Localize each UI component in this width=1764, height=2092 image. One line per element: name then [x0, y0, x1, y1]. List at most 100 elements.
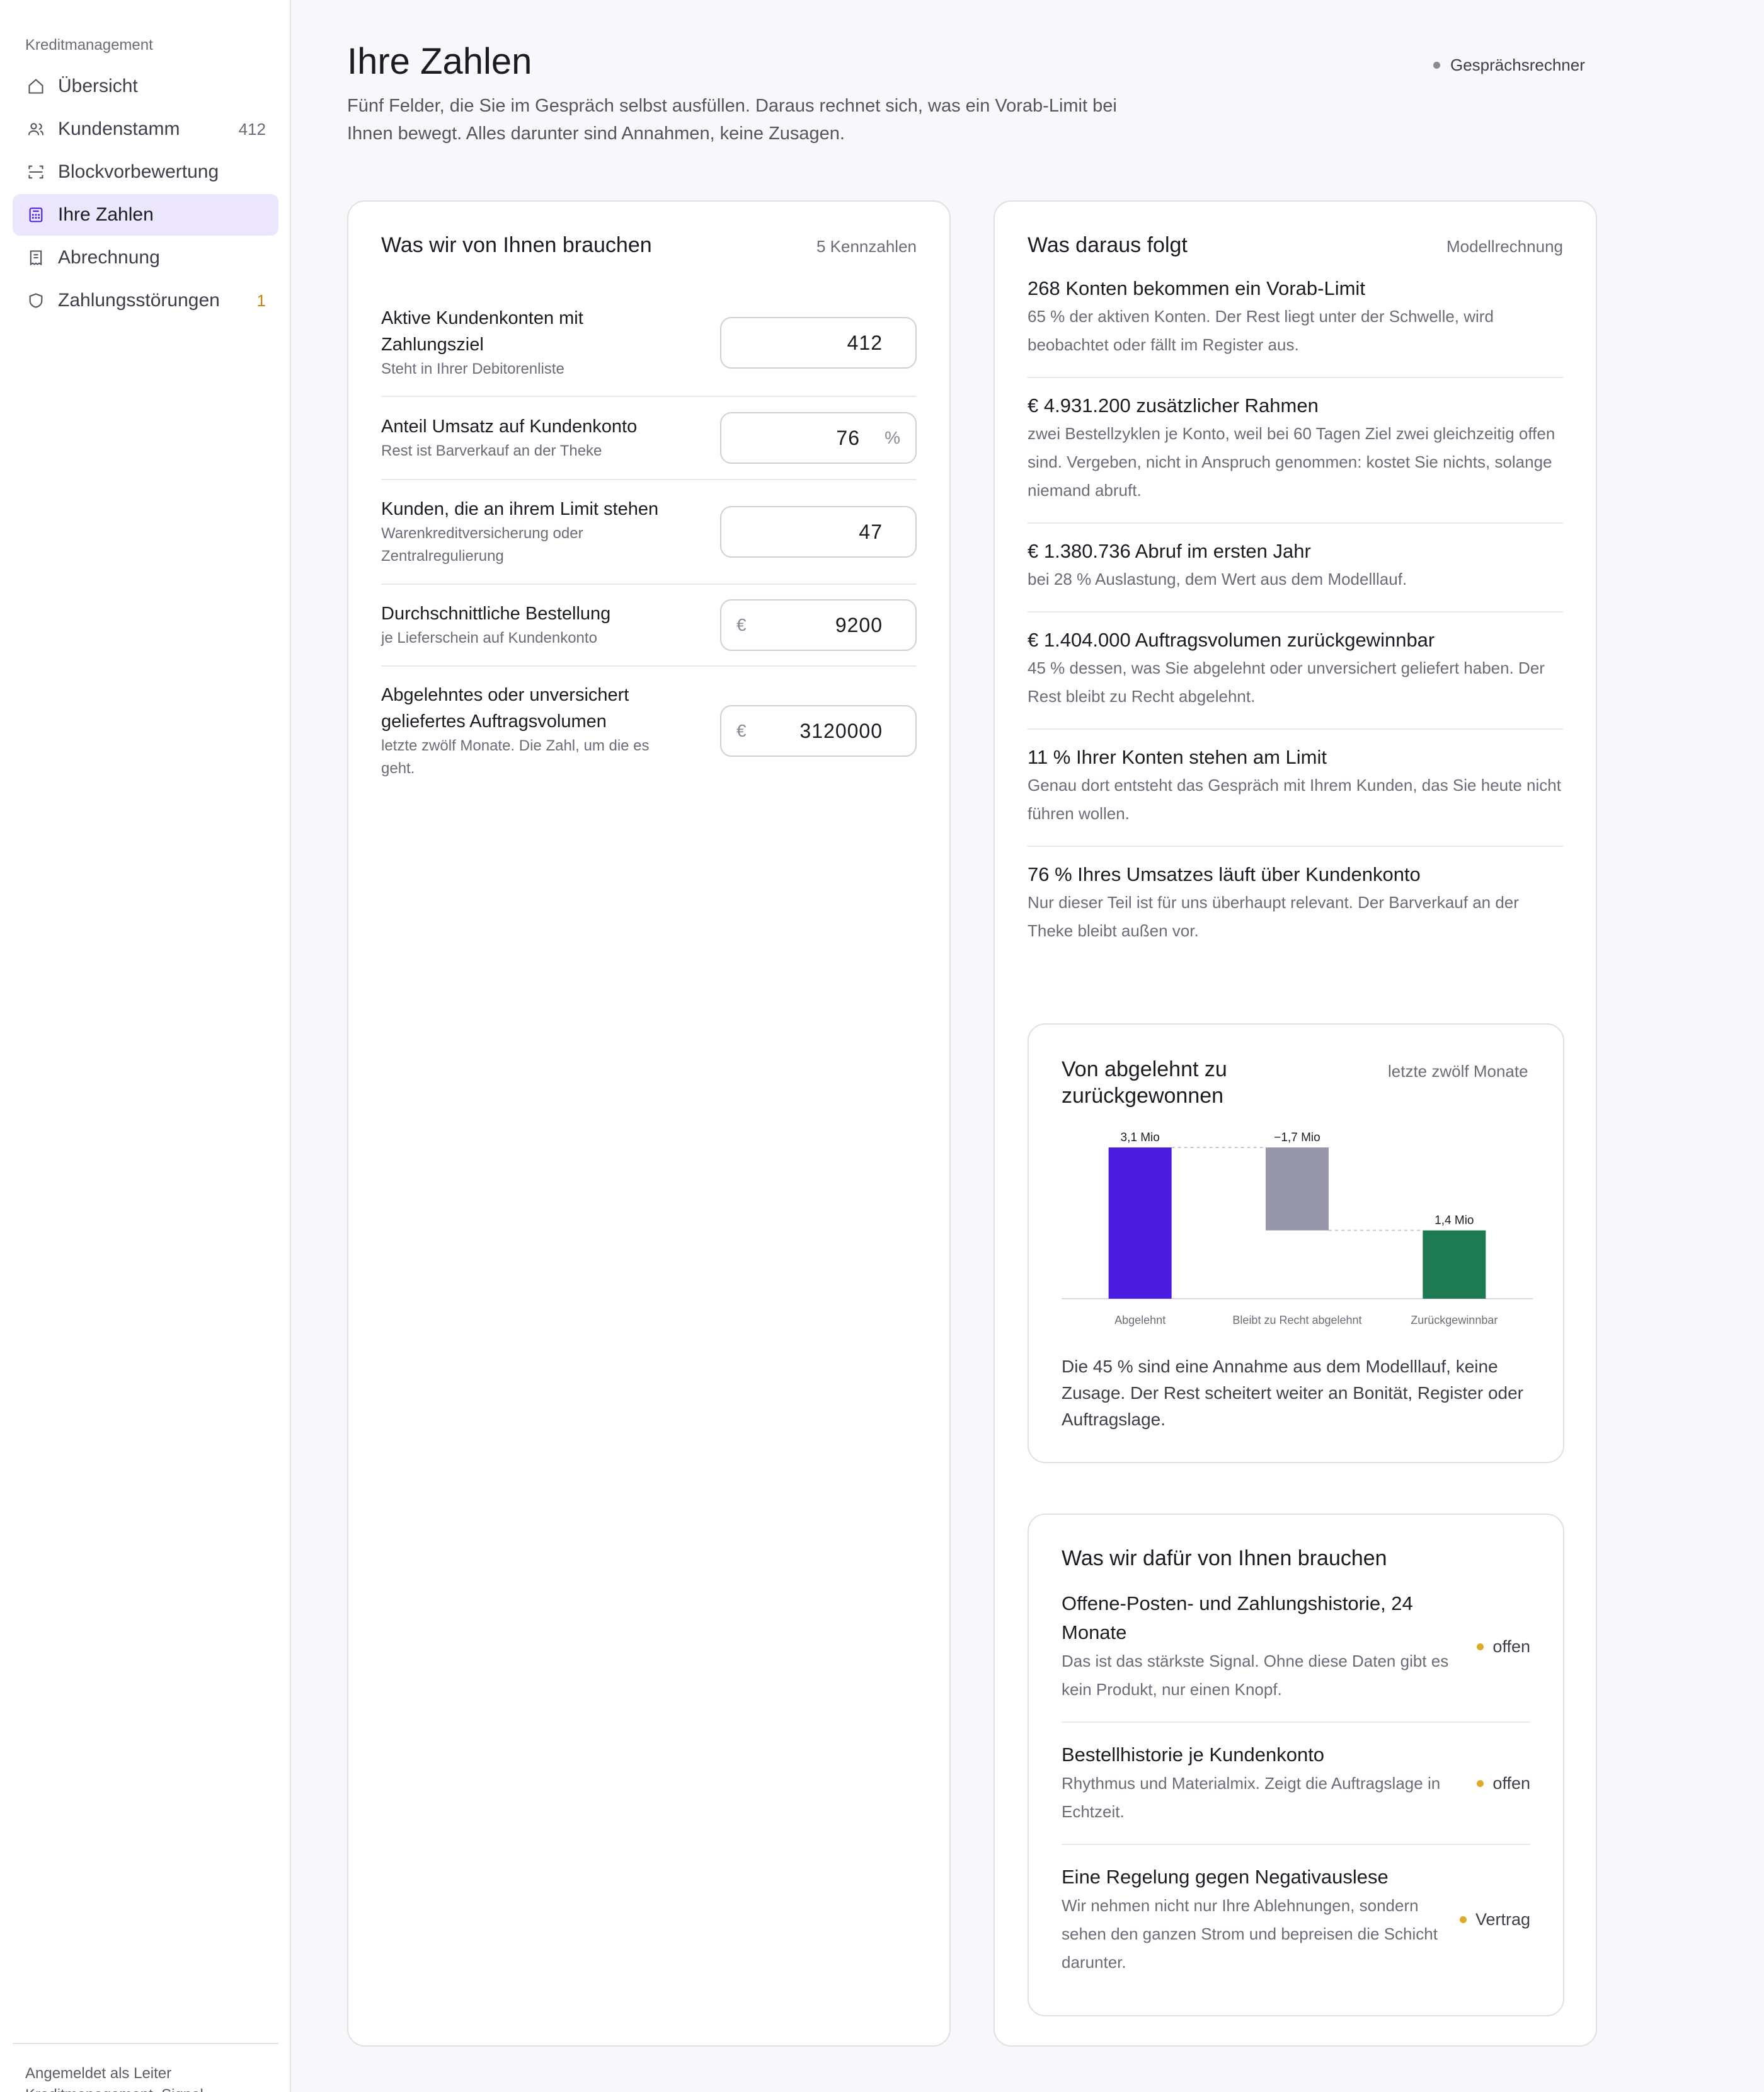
chart-category-label: Abgelehnt [1114, 1314, 1166, 1326]
status-label: offen [1492, 1636, 1530, 1656]
user-info: Angemeldet als Leiter Kreditmanagement, … [25, 2065, 203, 2092]
sidebar-item-abrechnung[interactable]: Abrechnung [13, 237, 278, 279]
sidebar-section-label: Kreditmanagement [25, 37, 153, 54]
requirement-title: Bestellhistorie je Kundenkonto [1062, 1744, 1325, 1766]
receipt-icon [25, 247, 47, 268]
input-hint: letzte zwölf Monate. Die Zahl, um die es… [381, 737, 650, 777]
declined-volume-input[interactable]: € 3120000 [720, 705, 917, 757]
result-list: 268 Konten bekommen ein Vorab-Limit 65 %… [1028, 275, 1563, 963]
chart-data-label: −1,7 Mio [1274, 1131, 1320, 1144]
input-row: Aktive Kundenkonten mit Zahlungsziel Ste… [381, 290, 917, 397]
result-item: € 1.404.000 Auftragsvolumen zurückgewinn… [1028, 612, 1563, 730]
requirement-item: Eine Regelung gegen Negativauslese Wir n… [1062, 1863, 1530, 1994]
sidebar-item-label: Ihre Zahlen [58, 204, 154, 225]
input-text: Durchschnittliche Bestellung je Liefersc… [381, 601, 684, 650]
requirements-list: Offene-Posten- und Zahlungshistorie, 24 … [1062, 1589, 1530, 2012]
status-badge: Vertrag [1459, 1910, 1530, 1929]
result-title: € 1.404.000 Auftragsvolumen zurückgewinn… [1028, 629, 1435, 651]
account-share-input[interactable]: 76 % [720, 412, 917, 464]
sidebar-item-uebersicht[interactable]: Übersicht [13, 66, 278, 107]
input-label: Kunden, die an ihrem Limit stehen [381, 499, 659, 519]
results-card-header: Was daraus folgt Modellrechnung [1028, 233, 1563, 258]
requirement-text: Offene-Posten- und Zahlungshistorie, 24 … [1062, 1589, 1452, 1704]
input-hint: Warenkreditversicherung oder Zentralregu… [381, 525, 583, 565]
requirement-text: Bestellhistorie je Kundenkonto Rhythmus … [1062, 1740, 1452, 1826]
input-text: Anteil Umsatz auf Kundenkonto Rest ist B… [381, 413, 684, 463]
result-desc: bei 28 % Auslastung, dem Wert aus dem Mo… [1028, 570, 1407, 589]
result-title: € 1.380.736 Abruf im ersten Jahr [1028, 540, 1311, 562]
calculator-badge: Gesprächsrechner [1433, 55, 1585, 75]
status-dot-icon [1477, 1779, 1484, 1787]
sidebar-item-label: Blockvorbewertung [58, 161, 219, 182]
requirement-desc: Wir nehmen nicht nur Ihre Ablehnungen, s… [1062, 1896, 1438, 1972]
requirement-text: Eine Regelung gegen Negativauslese Wir n… [1062, 1863, 1452, 1977]
status-dot-icon [1433, 62, 1440, 69]
result-desc: 45 % dessen, was Sie abgelehnt oder unve… [1028, 658, 1545, 706]
sidebar-item-label: Zahlungsstörungen [58, 290, 220, 311]
sidebar-item-zahlungsstoerungen[interactable]: Zahlungsstörungen 1 [13, 280, 278, 321]
chart-bar [1423, 1230, 1486, 1299]
input-text: Abgelehntes oder unversichert gelieferte… [381, 682, 684, 780]
card-title: Was daraus folgt [1028, 233, 1188, 257]
card-meta: Modellrechnung [1446, 237, 1563, 256]
requirement-desc: Das ist das stärkste Signal. Ohne diese … [1062, 1652, 1449, 1699]
input-label: Abgelehntes oder unversichert gelieferte… [381, 685, 629, 732]
result-desc: Genau dort entsteht das Gespräch mit Ihr… [1028, 776, 1561, 823]
result-item: € 1.380.736 Abruf im ersten Jahr bei 28 … [1028, 524, 1563, 612]
result-title: € 4.931.200 zusätzlicher Rahmen [1028, 394, 1319, 417]
requirement-item: Offene-Posten- und Zahlungshistorie, 24 … [1062, 1589, 1530, 1723]
status-label: Vertrag [1475, 1910, 1530, 1929]
chart-bar [1266, 1147, 1329, 1231]
input-value: 76 [836, 426, 860, 449]
average-order-input[interactable]: € 9200 [720, 599, 917, 651]
sidebar-item-blockvorbewertung[interactable]: Blockvorbewertung [13, 151, 278, 193]
chart-data-label: 1,4 Mio [1435, 1214, 1474, 1227]
results-card: Was daraus folgt Modellrechnung 268 Kont… [994, 200, 1597, 2047]
sidebar-item-label: Abrechnung [58, 247, 160, 268]
input-label: Durchschnittliche Bestellung [381, 604, 611, 624]
status-dot-icon [1477, 1643, 1484, 1650]
chart-category-label: Zurückgewinnbar [1411, 1314, 1498, 1326]
input-hint: Steht in Ihrer Debitorenliste [381, 360, 564, 377]
input-value: 412 [847, 331, 883, 354]
waterfall-chart-card: Von abgelehnt zu zurückgewonnen letzte z… [1028, 1023, 1564, 1463]
result-title: 76 % Ihres Umsatzes läuft über Kundenkon… [1028, 863, 1421, 885]
result-title: 11 % Ihrer Konten stehen am Limit [1028, 746, 1327, 768]
page-title: Ihre Zahlen [347, 41, 532, 82]
input-text: Kunden, die an ihrem Limit stehen Warenk… [381, 496, 684, 568]
requirement-title: Eine Regelung gegen Negativauslese [1062, 1866, 1389, 1888]
input-row: Durchschnittliche Bestellung je Liefersc… [381, 585, 917, 667]
result-item: 268 Konten bekommen ein Vorab-Limit 65 %… [1028, 275, 1563, 378]
card-title: Was wir von Ihnen brauchen [381, 233, 652, 257]
shield-icon [25, 290, 47, 311]
sidebar-divider [13, 2043, 278, 2044]
status-dot-icon [1459, 1916, 1467, 1923]
page-subtitle: Fünf Felder, die Sie im Gespräch selbst … [347, 96, 1117, 144]
sidebar-nav: Übersicht Kundenstamm 412 Blockvorbewert… [13, 66, 278, 323]
chart-bar [1108, 1147, 1172, 1299]
input-list: Aktive Kundenkonten mit Zahlungsziel Ste… [381, 290, 917, 795]
requirement-title: Offene-Posten- und Zahlungshistorie, 24 … [1062, 1592, 1413, 1643]
badge-label: Gesprächsrechner [1450, 55, 1585, 74]
input-hint: je Lieferschein auf Kundenkonto [381, 629, 597, 647]
accounts-input[interactable]: 412 [720, 317, 917, 369]
sidebar-item-count: 1 [256, 290, 266, 310]
users-icon [25, 118, 47, 140]
status-badge: offen [1477, 1774, 1530, 1793]
customers-at-limit-input[interactable]: 47 [720, 506, 917, 558]
chart-data-label: 3,1 Mio [1121, 1131, 1160, 1144]
input-prefix: € [736, 615, 747, 635]
input-row: Abgelehntes oder unversichert gelieferte… [381, 667, 917, 795]
sidebar-item-kundenstamm[interactable]: Kundenstamm 412 [13, 108, 278, 150]
waterfall-chart: 3,1 Mio Abgelehnt −1,7 Mio Bleibt zu Recht … [1062, 1131, 1533, 1326]
result-item: 76 % Ihres Umsatzes läuft über Kundenkon… [1028, 847, 1563, 963]
card-meta: 5 Kennzahlen [816, 237, 917, 256]
scan-icon [25, 161, 47, 183]
input-text: Aktive Kundenkonten mit Zahlungsziel Ste… [381, 305, 684, 381]
requirements-card: Was wir dafür von Ihnen brauchen Offene-… [1028, 1514, 1564, 2016]
sidebar-item-ihre-zahlen[interactable]: Ihre Zahlen [13, 194, 278, 236]
result-title: 268 Konten bekommen ein Vorab-Limit [1028, 277, 1365, 299]
requirements-title: Was wir dafür von Ihnen brauchen [1062, 1546, 1387, 1570]
home-icon [25, 76, 47, 97]
requirement-item: Bestellhistorie je Kundenkonto Rhythmus … [1062, 1740, 1530, 1845]
